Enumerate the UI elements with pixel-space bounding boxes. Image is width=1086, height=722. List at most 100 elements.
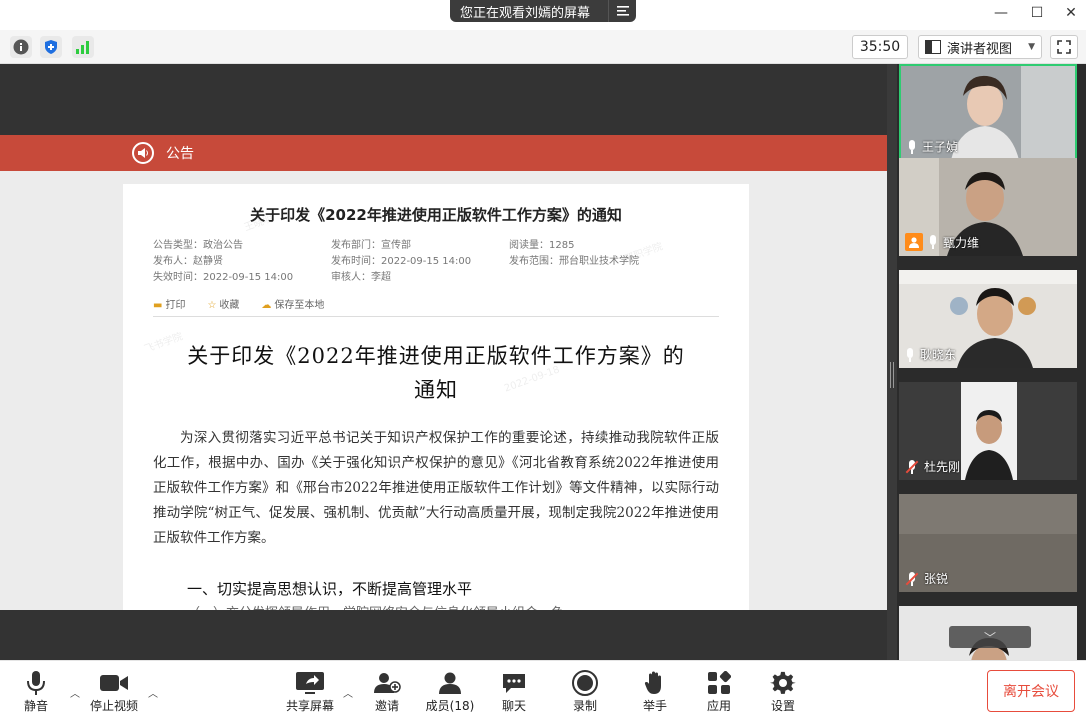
invite-label: 邀请 [374,699,399,713]
article-title-line2: 通知 [414,378,458,402]
article-title-line1: 关于印发《2022年推进使用正版软件工作方案》的 [187,344,685,368]
chat-label: 聊天 [501,699,526,713]
cloud-icon: ☁ [261,300,272,311]
view-mode-label: 演讲者视图 [947,41,1013,57]
share-options-caret-icon[interactable]: ︿ [343,685,353,700]
chat-icon [501,669,527,697]
mute-label: 静音 [23,699,48,713]
maximize-icon: ☐ [1030,5,1044,21]
article-paragraph: 为深入贯彻落实习近平总书记关于知识产权保护工作的重要论述，持续推动我院软件正版化… [153,430,719,546]
save-action[interactable]: ☁ 保存至本地 [261,296,324,311]
meeting-toolbar: 35:50 演讲者视图 ▼ [0,30,1086,64]
splitter-grip-icon [890,362,894,388]
meta-type: 公告类型：政治公告 [153,240,243,251]
leave-meeting-button[interactable]: 离开会议 [987,670,1075,712]
layout-icon [925,40,941,54]
watermark: 邢职学院 [623,241,665,266]
participant-tile[interactable]: 王子媜 [899,64,1077,162]
minimize-icon: — [994,5,1008,21]
fullscreen-icon [1057,40,1071,54]
panel-splitter[interactable] [887,64,897,660]
megaphone-icon [132,142,154,164]
doc-title: 关于印发《2022年推进使用正版软件工作方案》的通知 [250,206,622,224]
chat-button[interactable]: 聊天 [484,669,544,719]
participant-tile[interactable]: 甄力维 [899,158,1077,256]
mute-button[interactable]: 静音 [6,669,66,719]
meeting-timer: 35:50 [852,35,908,59]
mic-muted-icon [905,459,919,474]
section-heading: 一、切实提高思想认识，不断提高管理水平 [187,580,473,598]
host-badge-icon [905,233,923,251]
mic-icon [907,139,917,154]
article-cut-line: （一）充分发挥领导作用。学院网络安全与信息化领导小组会，负 [187,602,564,610]
stop-video-label: 停止视频 [89,699,138,713]
add-user-icon [373,669,401,697]
close-icon: ✕ [1065,5,1077,21]
shield-icon[interactable] [40,36,62,58]
members-button[interactable]: 成员(18) [420,669,480,719]
shared-screen[interactable]: 公告 关于印发《2022年推进使用正版软件工作方案》的通知 公告类型：政治公告 … [0,64,887,660]
people-icon [437,669,463,697]
signal-icon[interactable] [72,36,94,58]
audio-options-caret-icon[interactable]: ︿ [70,685,80,700]
participant-name: 杜先刚 [905,458,960,475]
scroll-down-button[interactable]: ﹀ [949,626,1031,648]
meta-dept: 发布部门：宣传部 [331,240,411,251]
share-screen-button[interactable]: 共享屏幕 [280,669,340,719]
apps-grid-icon [707,669,731,697]
record-icon [572,669,598,697]
meta-views: 阅读量：1285 [509,240,575,251]
chevron-down-icon: ﹀ [983,630,996,645]
mic-icon [905,347,915,362]
title-bar: 您正在观看刘嫣的屏幕 — ☐ ✕ [0,0,1086,26]
settings-button[interactable]: 设置 [753,669,813,719]
meta-site: 发布范围：邢台职业技术学院 [509,256,639,267]
close-button[interactable]: ✕ [1060,3,1082,23]
raise-hand-label: 举手 [642,699,667,713]
raise-hand-button[interactable]: 举手 [625,669,685,719]
info-icon[interactable] [10,36,32,58]
menu-icon[interactable] [608,0,636,22]
doc-actions: ▬ 打印 ☆ 收藏 ☁ 保存至本地 [153,296,324,311]
hand-icon [644,669,666,697]
share-screen-label: 共享屏幕 [285,699,334,713]
stop-video-button[interactable]: 停止视频 [84,669,144,719]
participant-tile[interactable]: 耿晓东 [899,270,1077,368]
mic-icon [928,235,938,249]
divider [153,316,719,317]
record-label: 录制 [572,699,597,713]
microphone-icon [26,669,46,697]
screen-share-notice[interactable]: 您正在观看刘嫣的屏幕 [450,0,636,22]
camera-icon [99,669,129,697]
print-action[interactable]: ▬ 打印 [153,296,185,311]
meta-expire: 失效时间：2022-09-15 14:00 [153,272,294,283]
printer-icon: ▬ [153,300,163,311]
banner-label: 公告 [166,146,194,162]
maximize-button[interactable]: ☐ [1026,3,1048,23]
speaker-view-dropdown[interactable]: 演讲者视图 ▼ [918,35,1042,59]
apps-button[interactable]: 应用 [689,669,749,719]
mic-muted-icon [905,571,919,586]
participant-gallery: ︿ 王子媜 甄力维 耿晓东 [897,64,1086,660]
participant-tile[interactable]: 张锐 [899,494,1077,592]
record-button[interactable]: 录制 [555,669,615,719]
participant-name: 王子媜 [907,138,958,155]
video-options-caret-icon[interactable]: ︿ [148,685,158,700]
participant-name: 甄力维 [905,233,979,251]
settings-label: 设置 [770,699,795,713]
participant-name: 耿晓东 [905,346,956,363]
fullscreen-button[interactable] [1050,35,1078,59]
star-icon: ☆ [207,300,217,311]
gear-icon [770,669,796,697]
participant-tile[interactable]: 杜先刚 [899,382,1077,480]
invite-button[interactable]: 邀请 [357,669,417,719]
share-notice-text: 您正在观看刘嫣的屏幕 [460,5,591,21]
chevron-down-icon: ▼ [1028,42,1035,52]
minimize-button[interactable]: — [990,3,1012,23]
meta-publisher: 发布人：赵静贤 [153,256,223,267]
document-page: 关于印发《2022年推进使用正版软件工作方案》的通知 公告类型：政治公告 发布部… [123,184,749,610]
favorite-action[interactable]: ☆ 收藏 [207,296,239,311]
announcement-banner: 公告 [0,135,887,171]
apps-label: 应用 [706,699,731,713]
meta-reviewer: 审核人：李超 [331,272,391,283]
